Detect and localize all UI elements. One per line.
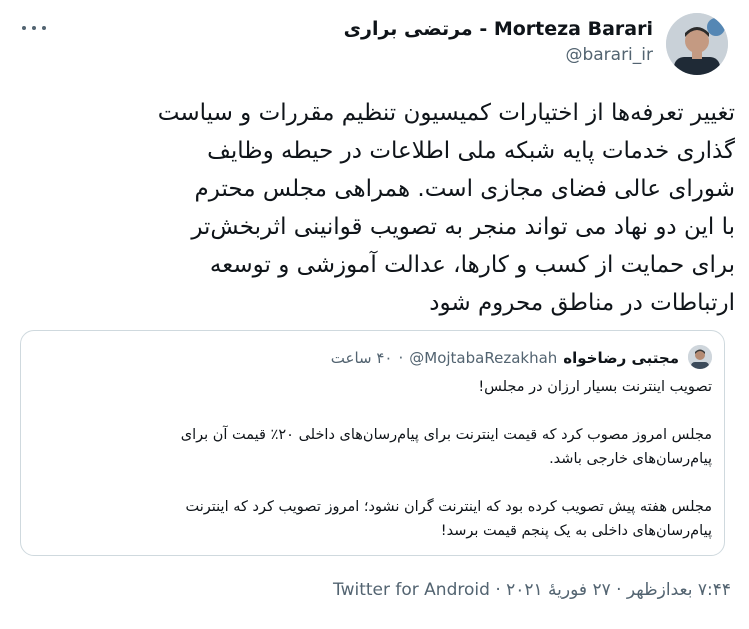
quoted-line: تصویب اینترنت بسیار ارزان در مجلس! xyxy=(478,379,712,395)
tweet-line: برای حمایت از کسب و کارها، عدالت آموزشی … xyxy=(209,252,735,278)
quoted-separator: · xyxy=(398,349,404,367)
footer-separator: · xyxy=(495,580,501,600)
quoted-text: تصویب اینترنت بسیار ارزان در مجلس! مجلس … xyxy=(39,375,712,543)
quoted-line: مجلس هفته پیش تصویب کرده بود که اینترنت … xyxy=(185,499,712,515)
quoted-author-avatar[interactable] xyxy=(688,345,712,369)
tweet-line: تغییر تعرفه‌ها از اختیارات کمیسیون تنظیم… xyxy=(157,100,735,126)
quoted-line: پیام‌رسان‌های خارجی باشد. xyxy=(549,451,712,467)
tweet-line: شورای عالی فضای مجازی است. همراهی مجلس م… xyxy=(194,176,735,202)
tweet-line: با این دو نهاد می تواند منجر به تصویب قو… xyxy=(191,214,735,240)
author-display-name[interactable]: مرتضی براری - Morteza Barari xyxy=(344,18,653,40)
quoted-line: مجلس امروز مصوب کرد که قیمت اینترنت برای… xyxy=(180,427,712,443)
more-options-icon[interactable] xyxy=(22,18,46,38)
quoted-avatar-photo-icon xyxy=(688,345,712,369)
tweet-time[interactable]: ۷:۴۴ بعدازظهر xyxy=(627,580,731,600)
quoted-display-name[interactable]: مجتبی رضاخواه xyxy=(563,349,679,367)
author-handle[interactable]: @barari_ir xyxy=(565,45,653,65)
tweet-source[interactable]: Twitter for Android xyxy=(333,580,490,600)
tweet-line: ارتباطات در مناطق محروم شود xyxy=(429,290,735,316)
tweet-date[interactable]: ۲۷ فوریهٔ ۲۰۲۱ xyxy=(506,580,611,600)
tweet-metadata: ۷:۴۴ بعدازظهر · ۲۷ فوریهٔ ۲۰۲۱ · Twitter… xyxy=(333,580,731,600)
quoted-handle[interactable]: @MojtabaRezakhah xyxy=(409,349,557,367)
quoted-tweet[interactable]: مجتبی رضاخواه @MojtabaRezakhah · ۴۰ ساعت… xyxy=(20,330,725,556)
footer-separator: · xyxy=(616,580,622,600)
tweet-card: مرتضی براری - Morteza Barari @barari_ir … xyxy=(0,0,749,629)
quoted-time[interactable]: ۴۰ ساعت xyxy=(331,349,393,367)
quoted-header: مجتبی رضاخواه @MojtabaRezakhah · ۴۰ ساعت xyxy=(331,347,679,369)
author-avatar[interactable] xyxy=(666,13,728,75)
tweet-text: تغییر تعرفه‌ها از اختیارات کمیسیون تنظیم… xyxy=(18,94,735,322)
tweet-line: گذاری خدمات پایه شبکه ملی اطلاعات در حیط… xyxy=(207,138,735,164)
avatar-photo-icon xyxy=(666,13,728,75)
quoted-line: پیام‌رسان‌های داخلی به یک پنجم قیمت برسد… xyxy=(440,523,712,539)
